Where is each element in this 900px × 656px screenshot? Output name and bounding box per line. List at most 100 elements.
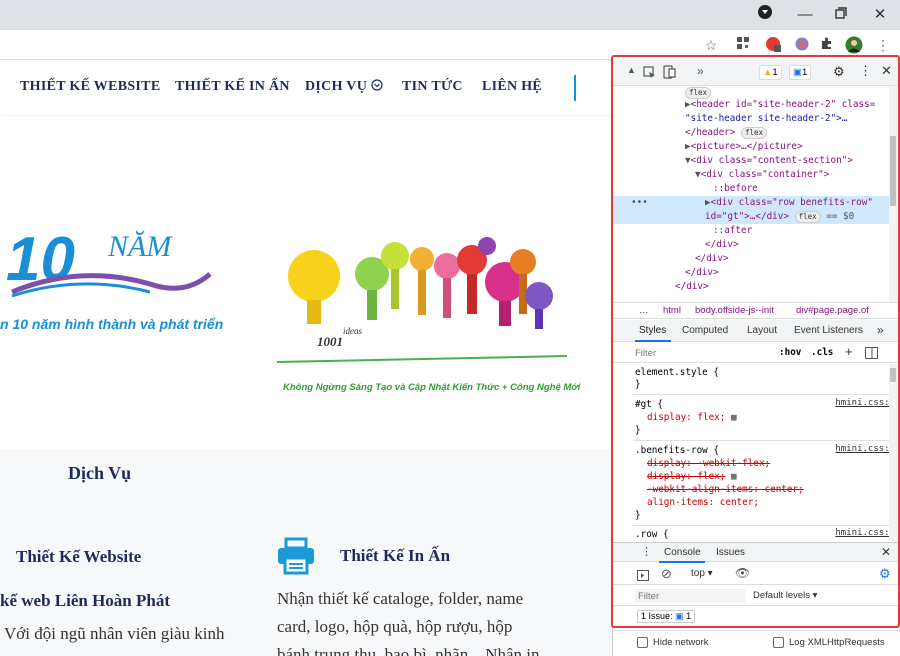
printer-icon <box>276 536 316 576</box>
warnings-badge[interactable]: ▲1 <box>759 65 782 80</box>
settings-gear-icon[interactable]: ⚙ <box>833 64 845 80</box>
nav-lien-he[interactable]: LIÊN HỆ <box>482 79 542 95</box>
console-options-row: Hide network Log XMLHttpRequests <box>613 630 900 656</box>
media-control-icon[interactable] <box>754 4 776 26</box>
console-filter-row: Default levels ▾ <box>613 586 900 606</box>
add-rule-icon[interactable]: + <box>845 344 853 359</box>
dom-node-header-cont: "site-header site-header-2">… <box>685 113 848 124</box>
tab-console[interactable]: Console <box>664 547 701 558</box>
console-settings-gear-icon[interactable]: ⚙ <box>879 566 891 582</box>
tab-issues[interactable]: Issues <box>716 547 745 558</box>
rule-gt-display[interactable]: display: flex; ▦ <box>647 411 737 425</box>
console-sidebar-icon[interactable] <box>637 568 649 586</box>
tab-event-listeners[interactable]: Event Listeners <box>794 325 863 336</box>
dom-node-before[interactable]: ::before <box>713 182 758 196</box>
scroll-up-icon[interactable]: ▲ <box>627 65 636 75</box>
rule-br-align-items[interactable]: align-items: center; <box>647 496 759 510</box>
flex-editor-icon[interactable]: ▦ <box>731 412 737 423</box>
tab-layout[interactable]: Layout <box>747 325 777 336</box>
dom-node-benefits-row-cont: id="gt">…</div> flex == $0 <box>705 210 855 223</box>
qr-extension-icon[interactable] <box>734 36 752 54</box>
issues-badge[interactable]: 1 Issue: ▣ 1 <box>637 610 696 623</box>
breadcrumb-div-page[interactable]: div#page.page.of <box>796 305 869 316</box>
restore-icon[interactable] <box>830 4 852 26</box>
close-drawer-icon[interactable]: ✕ <box>881 545 891 559</box>
device-toolbar-icon[interactable] <box>663 65 676 84</box>
profile-avatar[interactable] <box>845 36 863 54</box>
live-expression-eye-icon[interactable]: 👁 <box>735 566 750 580</box>
rule-benefits-row-selector[interactable]: .benefits-row { <box>635 444 719 458</box>
log-levels-dropdown[interactable]: Default levels ▾ <box>753 590 817 601</box>
devtools-menu-icon[interactable]: ⋮ <box>859 63 872 79</box>
more-style-tabs-icon[interactable]: » <box>877 323 884 337</box>
tab-styles[interactable]: Styles <box>639 325 666 336</box>
hero-tagline: n 10 năm hình thành và phát triển <box>0 316 224 332</box>
rule-element-style-close: } <box>635 379 641 390</box>
nav-thiet-ke-in-an[interactable]: THIẾT KẾ IN ẤN <box>175 79 290 95</box>
rule-br-webkit-flex[interactable]: display: -webkit-flex; <box>647 457 770 471</box>
rule-divider <box>633 525 889 526</box>
close-devtools-icon[interactable]: ✕ <box>881 63 892 79</box>
log-xhr-label: Log XMLHttpRequests <box>789 637 885 648</box>
minimize-icon[interactable]: — <box>794 4 816 26</box>
rule-row-source-link[interactable]: hmini.css:1 <box>835 528 895 538</box>
messages-badge[interactable]: ▣1 <box>789 65 812 80</box>
active-tab-indicator <box>635 340 671 342</box>
console-drawer-tabbar: ⋮ Console Issues ✕ <box>613 542 900 563</box>
rule-benefits-source-link[interactable]: hmini.css:1 <box>835 444 895 454</box>
rule-gt-selector[interactable]: #gt { <box>635 398 663 412</box>
breadcrumb-ellipsis[interactable]: … <box>639 305 649 316</box>
styles-filter-input[interactable] <box>635 346 765 360</box>
rule-br-webkit-align[interactable]: -webkit-align-items: center; <box>647 483 804 497</box>
close-window-icon[interactable]: ✕ <box>869 4 891 26</box>
service-website-title[interactable]: Thiết Kế Website <box>16 547 141 567</box>
log-xhr-checkbox[interactable] <box>773 637 784 648</box>
styles-scrollbar[interactable] <box>889 364 897 541</box>
warning-icon: ▲ <box>763 67 773 78</box>
logo-nam-text: NĂM <box>107 230 173 263</box>
tab-computed[interactable]: Computed <box>682 325 728 336</box>
flex-editor-icon[interactable]: ▦ <box>731 471 737 482</box>
styles-rules-pane: element.style { } #gt { hmini.css:1 disp… <box>613 364 900 541</box>
dom-node-ellipsis-icon[interactable]: ••• <box>631 196 648 210</box>
styles-filter-row: :hov .cls + <box>613 343 900 363</box>
hover-state-toggle[interactable]: :hov <box>779 347 801 358</box>
rule-gt-source-link[interactable]: hmini.css:1 <box>835 398 895 408</box>
nav-tin-tuc[interactable]: TIN TỨC <box>402 79 463 95</box>
dom-node-header[interactable]: ▶<header id="site-header-2" class= <box>685 98 875 112</box>
red-extension-icon[interactable] <box>764 36 782 54</box>
dom-node-header-close: </header> flex <box>685 126 768 140</box>
dom-node-picture[interactable]: ▶<picture>…</picture> <box>685 140 803 154</box>
globe-extension-icon[interactable] <box>793 36 811 54</box>
class-toggle[interactable]: .cls <box>811 347 833 358</box>
issues-label: 1 Issue: <box>641 611 673 621</box>
dom-scrollbar[interactable] <box>889 86 897 302</box>
rule-element-style-selector[interactable]: element.style { <box>635 366 719 380</box>
dom-node-container[interactable]: ▼<div class="container"> <box>695 168 829 182</box>
hide-network-checkbox[interactable] <box>637 637 648 648</box>
rule-br-display-flex[interactable]: display: flex; ▦ <box>647 470 737 484</box>
more-tabs-icon[interactable]: » <box>697 64 704 78</box>
dom-node-after[interactable]: ::after <box>713 224 752 238</box>
inspect-element-icon[interactable] <box>643 66 656 84</box>
extensions-puzzle-icon[interactable] <box>818 36 836 54</box>
bookmark-star-icon[interactable]: ☆ <box>702 36 720 54</box>
breadcrumb-html[interactable]: html <box>663 305 681 316</box>
service-print-title[interactable]: Thiết Kế In Ấn <box>340 546 450 566</box>
context-selector[interactable]: top ▾ <box>691 568 713 579</box>
computed-sidebar-icon[interactable] <box>865 346 878 364</box>
browser-menu-icon[interactable]: ⋮ <box>874 36 892 54</box>
nav-dich-vu[interactable]: DỊCH VỤ <box>305 79 383 95</box>
rule-row-selector[interactable]: .row { <box>635 528 669 541</box>
dom-node-benefits-row[interactable]: ▶<div class="row benefits-row" <box>705 196 873 210</box>
dom-node-content-section[interactable]: ▼<div class="content-section"> <box>685 154 853 168</box>
console-filter-input[interactable] <box>635 589 745 603</box>
nav-dich-vu-label: DỊCH VỤ <box>305 79 368 94</box>
hero-banner: 10 NĂM n 10 năm hình thành và phát triển <box>0 116 612 449</box>
nav-thiet-ke-website[interactable]: THIẾT KẾ WEBSITE <box>20 79 160 95</box>
breadcrumb-body[interactable]: body.offside-js--init <box>695 305 774 316</box>
ideas-number: 1001 <box>317 334 343 349</box>
service-website-text: Với đội ngũ nhân viên giàu kinh <box>4 624 225 643</box>
clear-console-icon[interactable]: ⊘ <box>661 566 672 582</box>
drawer-menu-icon[interactable]: ⋮ <box>641 545 652 558</box>
